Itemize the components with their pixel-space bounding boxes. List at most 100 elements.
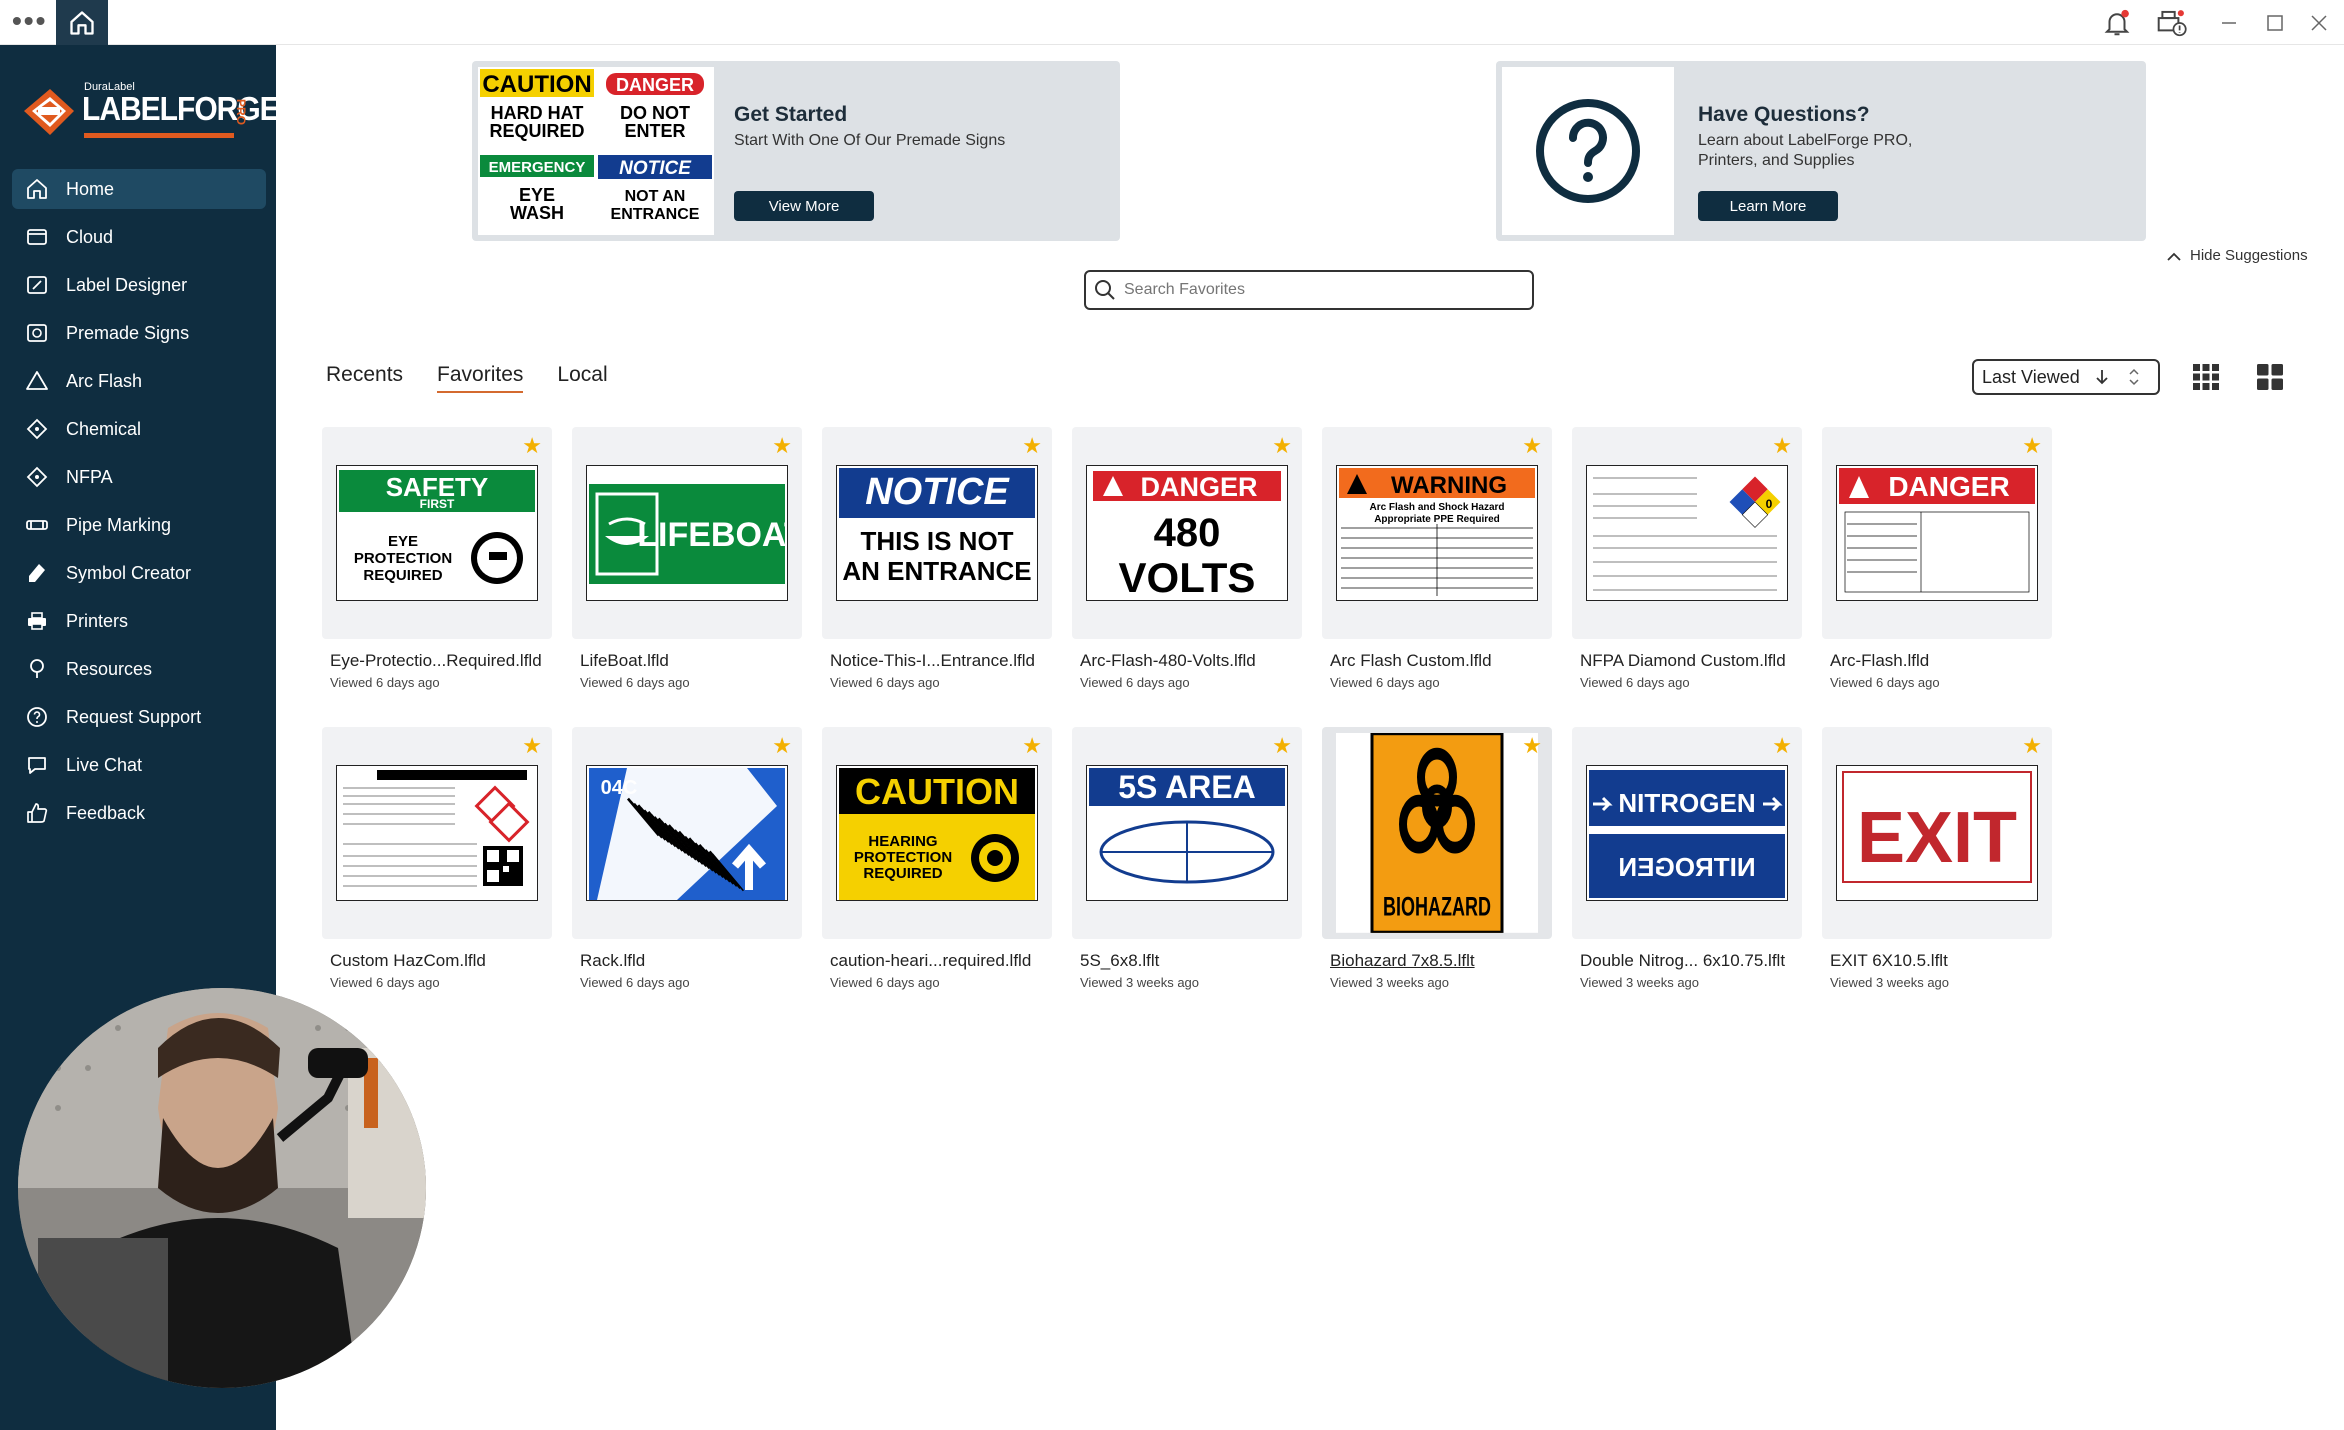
tab-favorites[interactable]: Favorites bbox=[437, 363, 524, 393]
file-thumbnail[interactable]: SAFETY FIRST EYE PROTECTION REQUIRED bbox=[336, 465, 538, 601]
file-thumbnail[interactable]: 0 bbox=[1586, 465, 1788, 601]
file-card[interactable]: SAFETY FIRST EYE PROTECTION REQUIRED ★ Eye-Pro… bbox=[322, 427, 552, 707]
small-grid-view-button[interactable] bbox=[2190, 361, 2222, 393]
view-more-button[interactable]: View More bbox=[734, 191, 874, 221]
maximize-button[interactable] bbox=[2256, 6, 2294, 40]
file-thumbnail[interactable]: 5S AREA bbox=[1086, 765, 1288, 901]
file-card[interactable]: BIOHAZARD ★ Biohazard 7x8.5.lflt Viewed 3 w… bbox=[1322, 727, 1552, 1007]
favorite-star-icon[interactable]: ★ bbox=[522, 435, 542, 457]
file-name[interactable]: caution-heari...required.lfld bbox=[830, 951, 1060, 971]
favorite-star-icon[interactable]: ★ bbox=[772, 435, 792, 457]
file-thumbnail[interactable]: DANGER bbox=[1836, 465, 2038, 601]
large-grid-view-button[interactable] bbox=[2254, 361, 2286, 393]
file-thumbnail[interactable]: NOTICE THIS IS NOT AN ENTRANCE bbox=[836, 465, 1038, 601]
favorite-star-icon[interactable]: ★ bbox=[1522, 735, 1542, 757]
file-name[interactable]: Biohazard 7x8.5.lflt bbox=[1330, 951, 1560, 971]
sign-text-head: WARNING bbox=[1391, 472, 1507, 499]
sidebar-item-premade-signs[interactable]: Premade Signs bbox=[12, 313, 266, 353]
favorite-star-icon[interactable]: ★ bbox=[2022, 735, 2042, 757]
sidebar-item-nfpa[interactable]: NFPA bbox=[12, 457, 266, 497]
file-card[interactable]: 04C ★ Rack.lfld Viewed 6 days ago bbox=[572, 727, 802, 1007]
file-card[interactable]: NOTICE THIS IS NOT AN ENTRANCE ★ Notice-This… bbox=[822, 427, 1052, 707]
favorite-star-icon[interactable]: ★ bbox=[1022, 435, 1042, 457]
file-card[interactable]: DANGER 480 VOLTS ★ Arc-Flash-480-Volts.lfld V… bbox=[1072, 427, 1302, 707]
favorite-star-icon[interactable]: ★ bbox=[2022, 435, 2042, 457]
sidebar-item-home[interactable]: Home bbox=[12, 169, 266, 209]
sign-text-head: NOTICE bbox=[865, 471, 1010, 513]
sidebar-item-arc-flash[interactable]: Arc Flash bbox=[12, 361, 266, 401]
file-card[interactable]: WARNING Arc Flash and Shock Hazard Appropr… bbox=[1322, 427, 1552, 707]
have-questions-title: Have Questions? bbox=[1698, 103, 1870, 126]
file-thumbnail[interactable] bbox=[336, 765, 538, 901]
file-thumbnail[interactable]: 04C bbox=[586, 765, 788, 901]
file-card[interactable]: DANGER ★ Arc-Flash.lfld Viewed 6 days ago bbox=[1822, 427, 2052, 707]
file-thumbnail[interactable]: NITROGEN NITROGEN bbox=[1586, 765, 1788, 901]
favorite-star-icon[interactable]: ★ bbox=[522, 735, 542, 757]
sort-select[interactable]: Last Viewed bbox=[1972, 359, 2160, 395]
file-card[interactable]: 0 ★ NFPA Diamond Custom.lfld Viewed 6 days … bbox=[1572, 427, 1802, 707]
file-thumbnail[interactable]: CAUTION HEARING PROTECTION REQUIRED bbox=[836, 765, 1038, 901]
tab-recents[interactable]: Recents bbox=[326, 363, 403, 393]
sidebar-item-request-support[interactable]: Request Support bbox=[12, 697, 266, 737]
app-menu-button[interactable]: ••• bbox=[12, 7, 47, 35]
favorite-star-icon[interactable]: ★ bbox=[1022, 735, 1042, 757]
file-card[interactable]: ★ Custom HazCom.lfld Viewed 6 days ago bbox=[322, 727, 552, 1007]
file-viewed-date: Viewed 6 days ago bbox=[330, 675, 440, 690]
file-name[interactable]: Notice-This-I...Entrance.lfld bbox=[830, 651, 1060, 671]
file-card[interactable]: EXIT ★ EXIT 6X10.5.lflt Viewed 3 weeks ago bbox=[1822, 727, 2052, 1007]
file-name[interactable]: Eye-Protectio...Required.lfld bbox=[330, 651, 560, 671]
file-name[interactable]: Arc Flash Custom.lfld bbox=[1330, 651, 1560, 671]
search-favorites-input[interactable] bbox=[1124, 281, 1504, 299]
favorite-star-icon[interactable]: ★ bbox=[1522, 435, 1542, 457]
have-questions-card: Have Questions? Learn about LabelForge P… bbox=[1496, 61, 2146, 241]
file-viewed-date: Viewed 3 weeks ago bbox=[1080, 975, 1200, 990]
file-name[interactable]: Arc-Flash.lfld bbox=[1830, 651, 2060, 671]
tab-local[interactable]: Local bbox=[557, 363, 607, 393]
home-tab-button[interactable] bbox=[56, 0, 108, 46]
favorite-star-icon[interactable]: ★ bbox=[772, 735, 792, 757]
file-thumbnail[interactable]: BIOHAZARD bbox=[1336, 733, 1538, 933]
file-thumbnail[interactable]: LIFEBOAT bbox=[586, 465, 788, 601]
file-name[interactable]: Custom HazCom.lfld bbox=[330, 951, 560, 971]
favorite-star-icon[interactable]: ★ bbox=[1272, 435, 1292, 457]
favorite-star-icon[interactable]: ★ bbox=[1272, 735, 1292, 757]
file-card[interactable]: NITROGEN NITROGEN ★ Double Nitrog... 6x10.7… bbox=[1572, 727, 1802, 1007]
close-window-button[interactable] bbox=[2300, 6, 2338, 40]
file-thumbnail[interactable]: DANGER 480 VOLTS bbox=[1086, 465, 1288, 601]
file-name[interactable]: LifeBoat.lfld bbox=[580, 651, 810, 671]
labelforge-mark-icon bbox=[24, 89, 74, 135]
favorite-star-icon[interactable]: ★ bbox=[1772, 435, 1792, 457]
file-card[interactable]: 5S AREA ★ 5S_6x8.lflt Viewed 3 weeks ago bbox=[1072, 727, 1302, 1007]
sidebar-item-chemical[interactable]: Chemical bbox=[12, 409, 266, 449]
minimize-button[interactable] bbox=[2210, 6, 2248, 40]
printer-status-button[interactable] bbox=[2152, 6, 2190, 40]
file-card[interactable]: LIFEBOAT ★ LifeBoat.lfld Viewed 6 days ago bbox=[572, 427, 802, 707]
search-favorites-box[interactable] bbox=[1084, 270, 1534, 310]
sidebar-item-symbol-creator[interactable]: Symbol Creator bbox=[12, 553, 266, 593]
sidebar-item-pipe-marking[interactable]: Pipe Marking bbox=[12, 505, 266, 545]
file-thumbnail[interactable]: WARNING Arc Flash and Shock Hazard Appropr… bbox=[1336, 465, 1538, 601]
file-card[interactable]: CAUTION HEARING PROTECTION REQUIRED ★ caution… bbox=[822, 727, 1052, 1007]
file-name[interactable]: Arc-Flash-480-Volts.lfld bbox=[1080, 651, 1310, 671]
sign-text-body: NITROGEN bbox=[1618, 788, 1755, 818]
sidebar-item-cloud[interactable]: Cloud bbox=[12, 217, 266, 257]
favorite-star-icon[interactable]: ★ bbox=[1772, 735, 1792, 757]
file-thumbnail[interactable]: EXIT bbox=[1836, 765, 2038, 901]
sidebar-item-label: Arc Flash bbox=[66, 370, 143, 391]
notifications-button[interactable] bbox=[2098, 6, 2136, 40]
hide-suggestions-button[interactable]: Hide Suggestions bbox=[2164, 247, 2308, 264]
get-started-card: CAUTION HARD HAT REQUIRED DANGER DO NOT EN… bbox=[472, 61, 1120, 241]
sidebar-item-live-chat[interactable]: Live Chat bbox=[12, 745, 266, 785]
close-icon bbox=[2311, 15, 2327, 31]
file-name[interactable]: EXIT 6X10.5.lflt bbox=[1830, 951, 2060, 971]
sidebar-item-printers[interactable]: Printers bbox=[12, 601, 266, 641]
file-name[interactable]: NFPA Diamond Custom.lfld bbox=[1580, 651, 1810, 671]
file-name[interactable]: Double Nitrog... 6x10.75.lflt bbox=[1580, 951, 1810, 971]
file-name[interactable]: 5S_6x8.lflt bbox=[1080, 951, 1310, 971]
get-started-subtitle: Start With One Of Our Premade Signs bbox=[734, 132, 1006, 149]
sidebar-item-feedback[interactable]: Feedback bbox=[12, 793, 266, 833]
learn-more-button[interactable]: Learn More bbox=[1698, 191, 1838, 221]
sidebar-item-resources[interactable]: Resources bbox=[12, 649, 266, 689]
file-name[interactable]: Rack.lfld bbox=[580, 951, 810, 971]
sidebar-item-label-designer[interactable]: Label Designer bbox=[12, 265, 266, 305]
